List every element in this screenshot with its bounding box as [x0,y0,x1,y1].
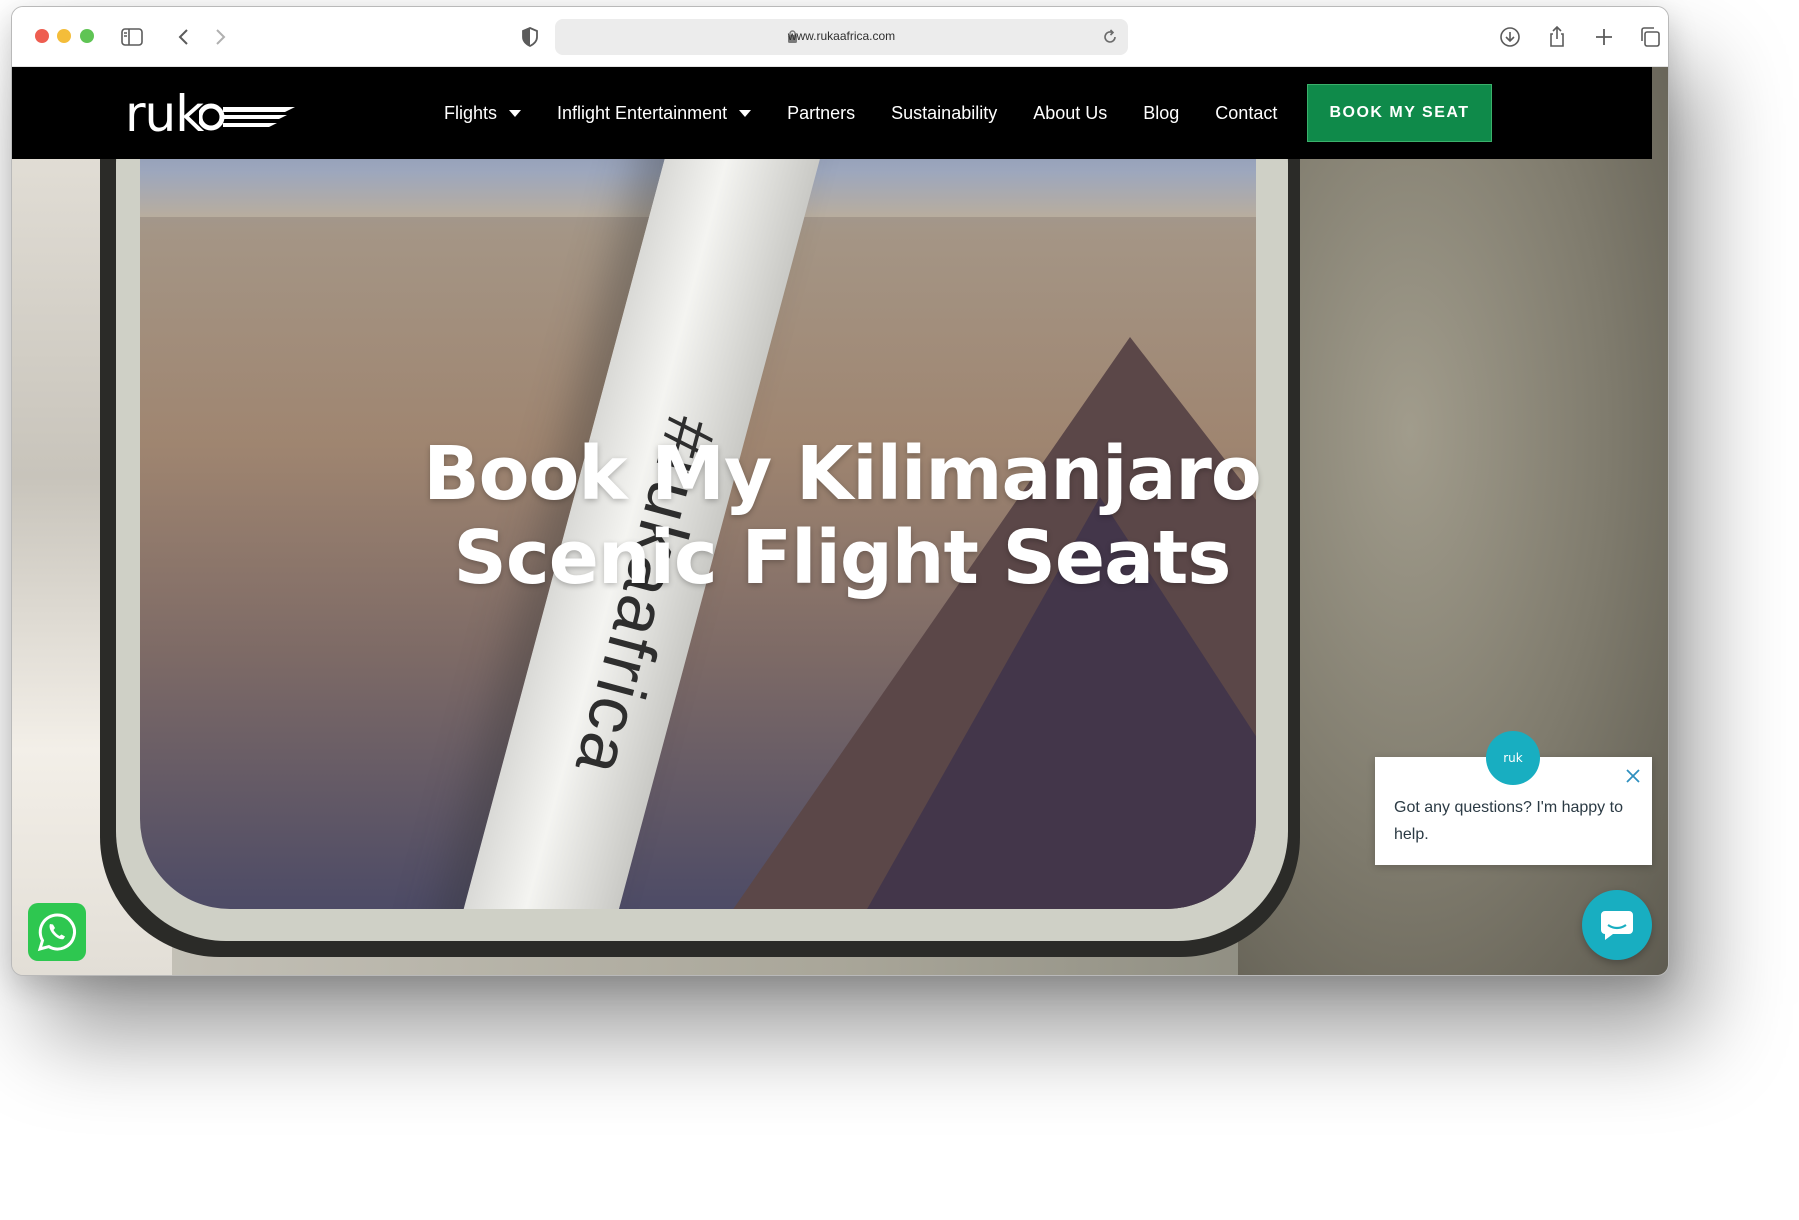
tabs-overview-icon[interactable] [1638,25,1662,49]
hero-heading: Book My Kilimanjaro Scenic Flight Seats [12,432,1668,600]
nav-item-label: About Us [1033,102,1108,123]
nav-item-contact[interactable]: Contact [1215,67,1277,159]
book-my-seat-button[interactable]: BOOK MY SEAT [1307,84,1492,142]
logo-wing-icon [199,103,295,131]
chat-popup[interactable]: ruk Got any questions? I'm happy to help… [1375,731,1652,865]
caret-down-icon [509,109,522,117]
main-nav: Flights Inflight Entertainment Partners … [444,67,1313,159]
download-icon[interactable] [1498,25,1522,49]
website: #rukaafrica Book My Kilimanjaro Scenic F… [12,67,1668,975]
chat-launcher-button[interactable] [1582,890,1652,960]
forward-icon[interactable] [208,25,232,49]
nav-item-label: Inflight Entertainment [557,102,728,123]
minimize-window-button[interactable] [57,29,71,43]
nav-item-partners[interactable]: Partners [787,67,855,159]
hero-heading-line1: Book My Kilimanjaro [423,431,1262,517]
nav-item-about-us[interactable]: About Us [1033,67,1107,159]
address-bar[interactable]: www.rukaafrica.com [555,19,1128,55]
whatsapp-button[interactable] [28,903,86,961]
browser-window: www.rukaafrica.com #rukaafrica Book My K… [11,6,1669,976]
nav-item-flights[interactable]: Flights [444,67,522,159]
zoom-window-button[interactable] [80,29,94,43]
close-window-button[interactable] [35,29,49,43]
chat-message: Got any questions? I'm happy to help. [1394,799,1623,843]
nav-item-label: Flights [444,102,498,123]
chat-avatar-text: ruk [1503,751,1523,765]
reload-icon[interactable] [1100,27,1120,47]
url-text: www.rukaafrica.com [787,29,896,43]
nav-item-blog[interactable]: Blog [1143,67,1179,159]
share-icon[interactable] [1545,25,1569,49]
nav-item-label: Partners [787,102,856,123]
nav-item-label: Sustainability [891,102,998,123]
logo-text: ruk [125,85,204,143]
nav-item-inflight-entertainment[interactable]: Inflight Entertainment [557,67,752,159]
whatsapp-icon [37,913,76,952]
site-navbar: ruk Flights Inflight Entertainment Partn… [12,67,1652,159]
hero-heading-line2: Scenic Flight Seats [453,515,1232,601]
new-tab-icon[interactable] [1592,25,1616,49]
nav-item-label: Blog [1143,102,1180,123]
caret-down-icon [739,109,752,117]
site-logo[interactable]: ruk [125,85,295,143]
shield-icon[interactable] [518,25,542,49]
chat-bubble-icon [1601,911,1633,940]
sidebar-icon[interactable] [120,25,144,49]
close-icon[interactable] [1624,767,1642,785]
back-icon[interactable] [172,25,196,49]
nav-item-sustainability[interactable]: Sustainability [891,67,997,159]
chat-avatar: ruk [1486,731,1540,785]
browser-toolbar: www.rukaafrica.com [12,7,1668,67]
nav-item-label: Contact [1215,102,1278,123]
